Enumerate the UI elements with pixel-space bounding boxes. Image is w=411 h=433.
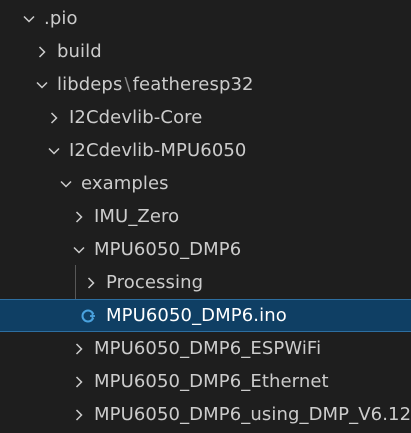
tree-item-build[interactable]: build bbox=[0, 35, 411, 68]
tree-item-libdeps-featheresp32[interactable]: libdeps \ featheresp32 bbox=[0, 68, 411, 101]
tree-item-label: .pio bbox=[44, 8, 78, 29]
chevron-down-icon bbox=[72, 243, 86, 257]
tree-item-mpu6050-dmp6-ino[interactable]: MPU6050_DMP6.ino bbox=[0, 299, 411, 332]
tree-item-pio[interactable]: .pio bbox=[0, 2, 411, 35]
arduino-file-icon bbox=[80, 307, 98, 325]
tree-item-label: MPU6050_DMP6_Ethernet bbox=[94, 371, 329, 392]
chevron-right-icon bbox=[72, 375, 86, 389]
tree-item-label: examples bbox=[81, 173, 169, 194]
tree-item-label: MPU6050_DMP6 bbox=[94, 239, 242, 260]
tree-item-label: IMU_Zero bbox=[94, 206, 180, 227]
chevron-right-icon bbox=[72, 408, 86, 422]
chevron-down-icon bbox=[47, 144, 61, 158]
chevron-down-icon bbox=[22, 12, 36, 26]
chevron-right-icon bbox=[72, 210, 86, 224]
tree-item-label: MPU6050_DMP6_using_DMP_V6.12 bbox=[94, 404, 411, 425]
tree-item-processing[interactable]: Processing bbox=[0, 266, 411, 299]
chevron-right-icon bbox=[35, 45, 49, 59]
tree-item-examples[interactable]: examples bbox=[0, 167, 411, 200]
file-explorer-tree: .pio build libdeps \ featheresp32 I2Cdevli… bbox=[0, 0, 411, 433]
chevron-right-icon bbox=[84, 276, 98, 290]
tree-item-i2cdevlib-core[interactable]: I2Cdevlib-Core bbox=[0, 101, 411, 134]
tree-item-label: Processing bbox=[106, 272, 204, 293]
tree-item-label: libdeps \ featheresp32 bbox=[57, 74, 254, 95]
chevron-down-icon bbox=[35, 78, 49, 92]
tree-item-imu-zero[interactable]: IMU_Zero bbox=[0, 200, 411, 233]
tree-item-mpu6050-dmp6-espwifi[interactable]: MPU6050_DMP6_ESPWiFi bbox=[0, 332, 411, 365]
tree-item-label: I2Cdevlib-MPU6050 bbox=[69, 140, 247, 161]
tree-item-i2cdevlib-mpu6050[interactable]: I2Cdevlib-MPU6050 bbox=[0, 134, 411, 167]
tree-item-label: MPU6050_DMP6.ino bbox=[106, 305, 287, 326]
tree-item-label: build bbox=[57, 41, 102, 62]
chevron-right-icon bbox=[47, 111, 61, 125]
tree-item-label-part: libdeps bbox=[57, 74, 123, 95]
tree-item-label: I2Cdevlib-Core bbox=[69, 107, 203, 128]
chevron-down-icon bbox=[59, 177, 73, 191]
chevron-right-icon bbox=[72, 342, 86, 356]
tree-item-mpu6050-dmp6-ethernet[interactable]: MPU6050_DMP6_Ethernet bbox=[0, 365, 411, 398]
tree-item-mpu6050-dmp6-using-dmp-v612[interactable]: MPU6050_DMP6_using_DMP_V6.12 bbox=[0, 398, 411, 431]
tree-item-mpu6050-dmp6[interactable]: MPU6050_DMP6 bbox=[0, 233, 411, 266]
path-separator: \ bbox=[124, 74, 131, 95]
tree-item-label: MPU6050_DMP6_ESPWiFi bbox=[94, 338, 322, 359]
tree-item-label-part: featheresp32 bbox=[132, 74, 254, 95]
